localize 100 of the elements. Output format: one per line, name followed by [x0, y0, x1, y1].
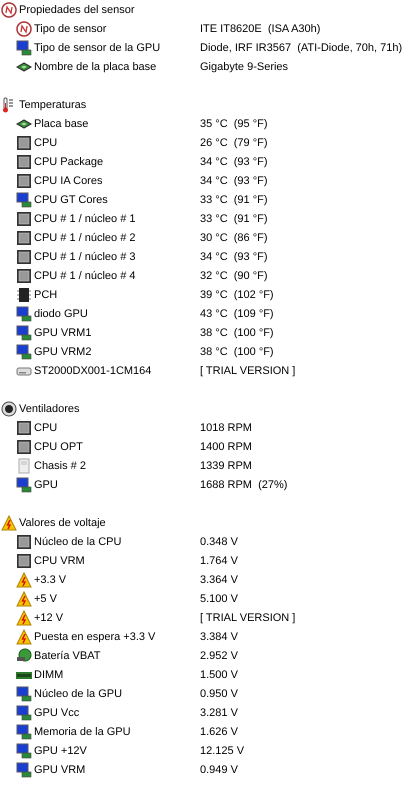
sensor-label[interactable]: Núcleo de la CPU [34, 536, 122, 548]
sensor-label[interactable]: GPU VRM1 [34, 326, 92, 338]
sensor-label[interactable]: CPU # 1 / núcleo # 4 [34, 270, 136, 282]
monitor-icon [16, 344, 32, 360]
sensor-label[interactable]: GPU [34, 478, 58, 490]
sensor-label[interactable]: Memoria de la GPU [34, 726, 131, 738]
sensor-value: 1.764 V [200, 554, 238, 566]
monitor-icon [16, 704, 32, 720]
processor-chip-icon [16, 420, 32, 436]
sensor-label[interactable]: +12 V [34, 612, 64, 624]
sensor-label[interactable]: CPU # 1 / núcleo # 1 [34, 212, 136, 224]
monitor-icon [16, 324, 32, 340]
sensor-value: 12.125 V [200, 744, 244, 756]
sensor-value: 38 °C (100 °F) [200, 326, 274, 338]
sensor-label[interactable]: CPU [34, 136, 58, 148]
sensor-value: 2.952 V [200, 650, 238, 662]
sensor-label[interactable]: +5 V [34, 592, 57, 604]
processor-chip-icon [16, 552, 32, 568]
sensor-value: 0.949 V [200, 764, 238, 776]
processor-chip-icon [16, 268, 32, 284]
sensor-label[interactable]: +3.3 V [34, 574, 66, 586]
sensor-value: 38 °C (100 °F) [200, 346, 274, 358]
sensor-value: 33 °C (91 °F) [200, 212, 268, 224]
sensor-value: 0.348 V [200, 536, 238, 548]
sensor-value: 26 °C (79 °F) [200, 136, 268, 148]
sensor-value: ITE IT8620E (ISA A30h) [200, 22, 320, 34]
sensor-label[interactable]: CPU IA Cores [34, 174, 102, 186]
sensor-label[interactable]: CPU GT Cores [34, 194, 108, 206]
sensor-label[interactable]: CPU # 1 / núcleo # 3 [34, 250, 136, 262]
monitor-icon [16, 742, 32, 758]
sensor-value: 34 °C (93 °F) [200, 156, 268, 168]
sensor-label[interactable]: PCH [34, 288, 58, 300]
sensor-value: 1.626 V [200, 726, 238, 738]
sensor-value: 1688 RPM (27%) [200, 478, 288, 490]
monitor-icon [16, 686, 32, 702]
computer-case-icon [16, 458, 32, 474]
sensor-value: Diode, IRF IR3567 (ATI-Diode, 70h, 71h) [200, 42, 402, 54]
sensor-value: 1018 RPM [200, 422, 252, 434]
sensor-value: 34 °C (93 °F) [200, 174, 268, 186]
sensor-label[interactable]: CPU # 1 / núcleo # 2 [34, 232, 136, 244]
sensor-value: 35 °C (95 °F) [200, 118, 268, 130]
sensor-label[interactable]: GPU VRM2 [34, 346, 92, 358]
sensor-label[interactable]: DIMM [34, 668, 64, 680]
chip-icon [16, 286, 32, 302]
sensor-label[interactable]: CPU [34, 422, 58, 434]
processor-chip-icon [16, 230, 32, 246]
sensor-value: 43 °C (109 °F) [200, 308, 274, 320]
sensor-label[interactable]: Placa base [34, 118, 88, 130]
sensor-label[interactable]: CPU Package [34, 156, 104, 168]
sensor-value: 34 °C (93 °F) [200, 250, 268, 262]
sensor-value: 33 °C (91 °F) [200, 194, 268, 206]
monitor-icon [16, 724, 32, 740]
processor-chip-icon [16, 172, 32, 188]
sensor-value: 3.364 V [200, 574, 238, 586]
sensor-value: 32 °C (90 °F) [200, 270, 268, 282]
processor-chip-icon [16, 134, 32, 150]
sensor-value: [ TRIAL VERSION ] [200, 612, 296, 624]
warning-icon [16, 610, 32, 626]
sensor-value: Gigabyte 9-Series [200, 60, 288, 72]
sensor-label[interactable]: Chasis # 2 [34, 460, 86, 472]
sensor-label[interactable]: Puesta en espera +3.3 V [34, 630, 156, 642]
section-title[interactable]: Temperaturas [19, 98, 86, 110]
sensor-value: 1400 RPM [200, 440, 252, 452]
sensor-label[interactable]: GPU +12V [34, 744, 87, 756]
warning-icon [16, 628, 32, 644]
processor-chip-icon [16, 154, 32, 170]
section-title[interactable]: Propiedades del sensor [19, 4, 135, 16]
sensor-label[interactable]: ST2000DX001-1CM164 [34, 364, 152, 376]
sensor-value: 39 °C (102 °F) [200, 288, 274, 300]
sensor-value: 3.281 V [200, 706, 238, 718]
monitor-icon [16, 306, 32, 322]
processor-chip-icon [16, 248, 32, 264]
sensor-label[interactable]: CPU OPT [34, 440, 83, 452]
sensor-label[interactable]: Batería VBAT [34, 650, 100, 662]
sensor-label[interactable]: Nombre de la placa base [34, 60, 156, 72]
warning-icon [16, 572, 32, 588]
sensor-label[interactable]: GPU VRM [34, 764, 86, 776]
monitor-icon [16, 40, 32, 56]
fan-icon [1, 400, 17, 416]
monitor-icon [16, 192, 32, 208]
sensor-label[interactable]: diodo GPU [34, 308, 88, 320]
section-title[interactable]: Ventiladores [19, 402, 80, 414]
warning-icon [16, 590, 32, 606]
sensor-value: 1.500 V [200, 668, 238, 680]
sensor-label[interactable]: Tipo de sensor de la GPU [34, 42, 160, 54]
sensor-label[interactable]: CPU VRM [34, 554, 85, 566]
section-title[interactable]: Valores de voltaje [19, 516, 106, 528]
sensor-label[interactable]: Tipo de sensor [34, 22, 106, 34]
sensor-value: 0.950 V [200, 688, 238, 700]
monitor-icon [16, 476, 32, 492]
sensor-label[interactable]: Núcleo de la GPU [34, 688, 122, 700]
monitor-icon [16, 762, 32, 778]
sensor-value: [ TRIAL VERSION ] [200, 364, 296, 376]
sensor-value: 1339 RPM [200, 460, 252, 472]
processor-chip-icon [16, 210, 32, 226]
processor-chip-icon [16, 438, 32, 454]
processor-chip-icon [16, 534, 32, 550]
warning-icon [1, 514, 17, 530]
sensor-label[interactable]: GPU Vcc [34, 706, 80, 718]
sensor-value: 3.384 V [200, 630, 238, 642]
